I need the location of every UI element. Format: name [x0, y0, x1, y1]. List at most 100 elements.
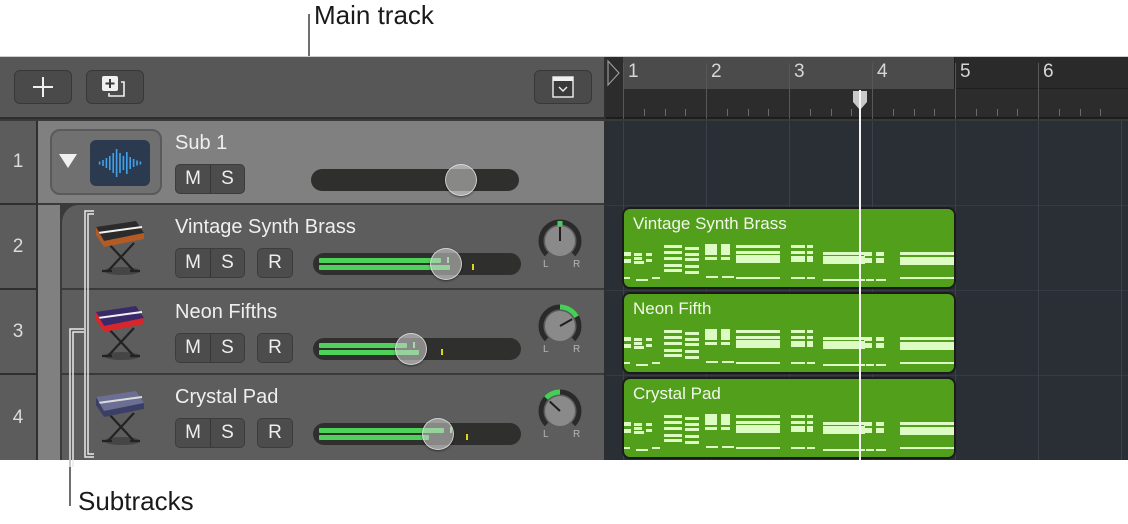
timeline-ruler[interactable]: 1 2 3 4 5 6 — [606, 57, 1128, 119]
view-options-button[interactable] — [534, 70, 592, 104]
midi-note — [664, 439, 682, 442]
midi-note — [664, 245, 682, 248]
track-number[interactable]: 4 — [0, 375, 38, 460]
midi-note — [876, 449, 886, 451]
record-enable-button[interactable]: R — [257, 248, 293, 278]
midi-note — [664, 330, 682, 333]
bar-number[interactable]: 6 — [1043, 61, 1054, 83]
midi-note — [685, 258, 699, 261]
bar-number[interactable]: 4 — [877, 61, 888, 83]
midi-note — [652, 447, 660, 449]
track-number[interactable]: 3 — [0, 290, 38, 375]
beat-tick — [934, 109, 936, 116]
midi-note — [685, 428, 699, 431]
subtrack-header[interactable]: Neon Fifths M S R L R — [62, 290, 604, 375]
midi-note — [705, 427, 717, 430]
midi-note — [664, 354, 682, 357]
volume-slider-knob[interactable] — [421, 418, 454, 450]
volume-slider-knob[interactable] — [394, 333, 427, 365]
track-number[interactable]: 1 — [0, 121, 38, 205]
midi-note — [646, 338, 652, 341]
track-name[interactable]: Crystal Pad — [175, 386, 278, 409]
midi-note — [876, 422, 884, 426]
track-name[interactable]: Vintage Synth Brass — [175, 216, 356, 239]
create-track-stack-button[interactable] — [86, 70, 144, 104]
midi-note — [685, 356, 699, 359]
midi-region[interactable]: Neon Fifth — [622, 292, 956, 374]
record-enable-button[interactable]: R — [257, 418, 293, 448]
midi-note — [736, 425, 780, 433]
pan-label-left: L — [543, 344, 549, 355]
solo-button[interactable]: S — [210, 334, 244, 362]
subtracks-callout-bracket — [69, 328, 84, 467]
mute-button[interactable]: M — [176, 334, 210, 362]
midi-note — [646, 429, 652, 432]
beat-tick — [892, 109, 894, 116]
track-name[interactable]: Sub 1 — [175, 132, 227, 155]
mute-button[interactable]: M — [176, 249, 210, 277]
midi-note — [634, 342, 642, 345]
arrange-area[interactable]: Vintage Synth Brass Neon Fifth Crystal Pad — [606, 121, 1128, 460]
mute-button[interactable]: M — [176, 165, 210, 193]
volume-slider-knob[interactable] — [444, 164, 477, 196]
pan-label-right: R — [573, 429, 581, 440]
midi-note — [722, 276, 734, 278]
midi-note — [685, 247, 699, 250]
record-enable-button[interactable]: R — [257, 333, 293, 363]
track-number[interactable]: 2 — [0, 205, 38, 290]
mute-solo-group: M S — [175, 164, 245, 194]
midi-note — [685, 417, 699, 420]
bar-number[interactable]: 5 — [960, 61, 971, 83]
bar-number[interactable]: 2 — [711, 61, 722, 83]
bar-line — [1038, 63, 1039, 119]
midi-note — [705, 257, 717, 260]
volume-slider[interactable] — [311, 164, 519, 196]
midi-note — [864, 422, 872, 426]
midi-note — [866, 364, 874, 366]
volume-slider[interactable] — [313, 333, 521, 365]
bar-number[interactable]: 3 — [794, 61, 805, 83]
midi-note — [807, 447, 815, 449]
midi-note — [721, 244, 730, 255]
volume-slider[interactable] — [313, 248, 521, 280]
solo-button[interactable]: S — [210, 249, 244, 277]
beat-tick — [664, 109, 666, 116]
midi-note — [721, 257, 730, 260]
midi-note — [664, 251, 682, 254]
beat-tick — [809, 109, 811, 116]
disclosure-triangle-icon[interactable] — [59, 154, 77, 168]
track-icon-box[interactable] — [50, 129, 162, 195]
solo-button[interactable]: S — [210, 165, 244, 193]
ruler-collapse-arrow-icon[interactable] — [606, 57, 623, 89]
pan-label-left: L — [543, 429, 549, 440]
mute-solo-group: M S — [175, 418, 245, 448]
midi-note — [636, 364, 648, 366]
subtrack-header[interactable]: Crystal Pad M S R L R — [62, 375, 604, 460]
mute-solo-group: M S — [175, 333, 245, 363]
bar-number[interactable]: 1 — [628, 61, 639, 83]
midi-region[interactable]: Vintage Synth Brass — [622, 207, 956, 289]
volume-slider[interactable] — [313, 418, 521, 450]
midi-note — [705, 329, 717, 340]
solo-button[interactable]: S — [210, 419, 244, 447]
region-name: Vintage Synth Brass — [633, 214, 787, 233]
midi-note — [876, 428, 884, 433]
midi-note — [876, 337, 884, 341]
midi-note — [791, 277, 805, 279]
subtrack-header[interactable]: Vintage Synth Brass M S R L R — [62, 205, 604, 290]
pan-label-right: R — [573, 259, 581, 270]
main-track-header[interactable]: Sub 1 M S — [38, 121, 606, 205]
midi-note — [685, 423, 699, 426]
mute-button[interactable]: M — [176, 419, 210, 447]
midi-note — [864, 252, 872, 256]
playhead-line[interactable] — [858, 90, 861, 460]
tracks-header-toolbar — [0, 57, 606, 119]
add-track-button[interactable] — [14, 70, 72, 104]
level-meter-right — [319, 435, 429, 440]
volume-slider-knob[interactable] — [430, 248, 463, 280]
midi-region[interactable]: Crystal Pad — [622, 377, 956, 459]
track-name[interactable]: Neon Fifths — [175, 301, 277, 324]
beat-tick — [685, 109, 687, 116]
beat-tick — [1058, 109, 1060, 116]
midi-note — [791, 245, 805, 248]
